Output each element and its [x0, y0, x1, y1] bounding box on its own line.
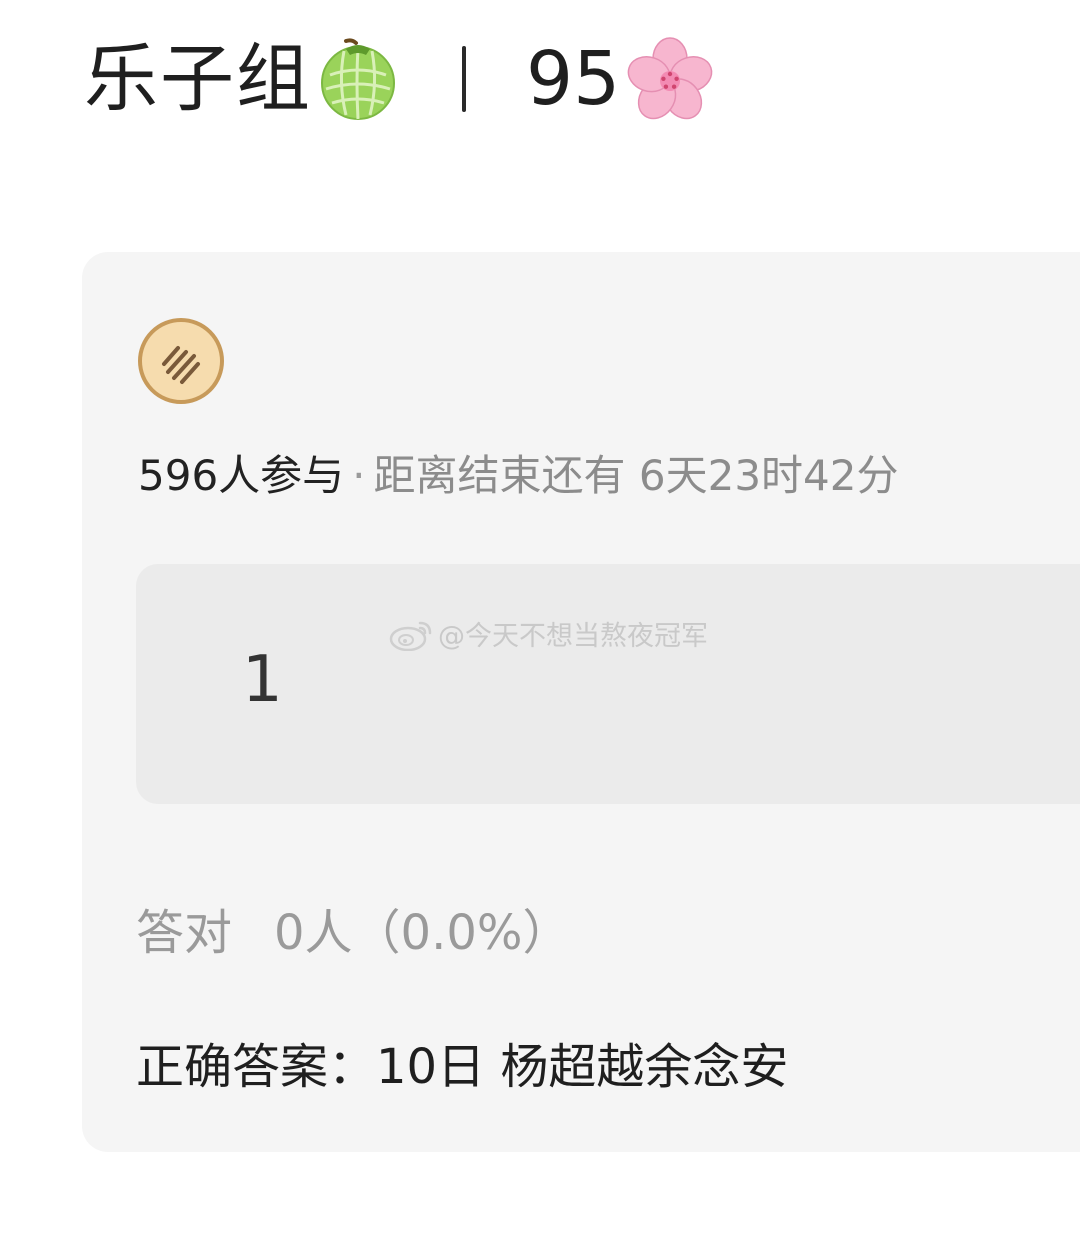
quiz-result-screen: 乐子组 95 596人参与 · 距离结束还有 6天23时42分 1 @今天不想当…: [0, 0, 1080, 1259]
melon-icon: [321, 38, 395, 120]
meta-separator: ·: [352, 451, 366, 500]
group-header: 乐子组 95: [84, 24, 718, 134]
answer-box[interactable]: 1: [136, 564, 1080, 804]
watermark-text: @今天不想当熬夜冠军: [438, 621, 708, 652]
correct-label: 答对: [136, 905, 233, 961]
cookie-avatar-icon[interactable]: [138, 318, 224, 404]
quiz-meta: 596人参与 · 距离结束还有 6天23时42分: [138, 448, 899, 504]
quiz-card: 596人参与 · 距离结束还有 6天23时42分 1 @今天不想当熬夜冠军 答对 0人…: [82, 252, 1080, 1152]
submitted-answer: 1: [242, 643, 283, 717]
weibo-logo-icon: [389, 621, 432, 651]
group-name: 乐子组: [84, 36, 312, 122]
watermark: @今天不想当熬夜冠军: [388, 614, 708, 653]
participant-count: 596人参与: [138, 451, 345, 500]
correct-count: 0人（0.0%）: [274, 905, 571, 961]
countdown-text: 距离结束还有 6天23时42分: [373, 451, 899, 500]
correct-count-row: 答对 0人（0.0%）: [136, 902, 571, 964]
correct-answer: 正确答案：10日 杨超越余念安: [136, 1039, 789, 1095]
cherry-blossom-icon: [627, 37, 713, 120]
header-divider: [462, 46, 466, 112]
score: 95: [526, 36, 621, 122]
